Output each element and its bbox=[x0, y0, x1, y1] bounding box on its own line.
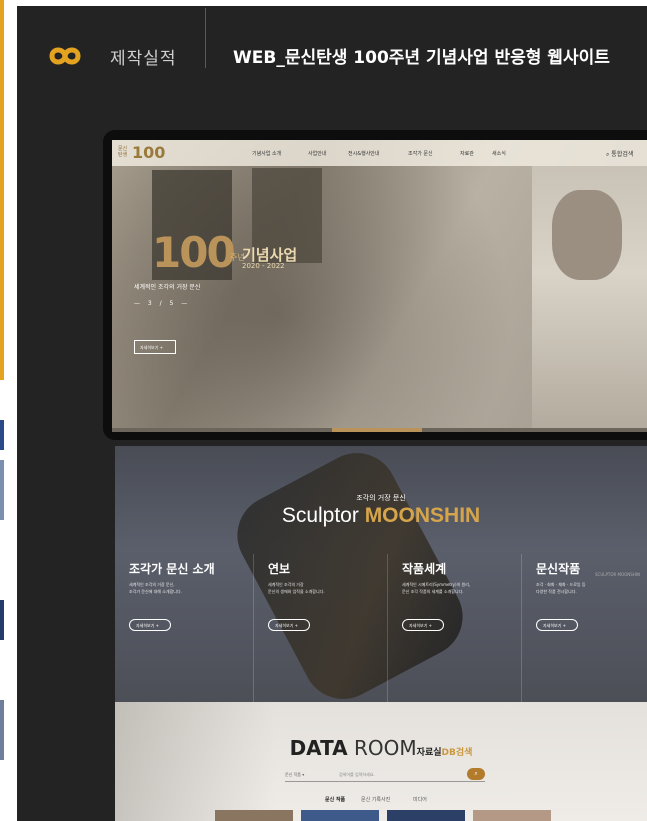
header-divider bbox=[205, 8, 206, 68]
column-heading: 조각가 문신 소개 bbox=[129, 562, 215, 576]
sculptor-section: 조각의 거장 문신 Sculptor MOONSHIN 조각가 문신 소개 세계… bbox=[115, 446, 647, 702]
artist-face bbox=[552, 190, 622, 280]
hero-number: 100 bbox=[152, 228, 236, 277]
intro-column: 조각가 문신 소개 세계적인 조각의 거장 문신, 조각가 문신에 대해 소개합… bbox=[129, 554, 249, 702]
chevron-down-icon: ▾ bbox=[302, 772, 305, 777]
search-icon: ⌕ bbox=[474, 770, 478, 777]
data-room-title: DATA ROOM자료실DB검색 bbox=[115, 736, 647, 760]
archive-photo bbox=[115, 702, 275, 821]
preview-nav-bar: 문신 탄생 100 기념사업 소개 사업안내 전시&행사안내 조각가 문신 자료관… bbox=[112, 140, 647, 166]
preview-nav-item[interactable]: 전시&행사안내 bbox=[348, 150, 380, 157]
website-mockup: 문신 탄생 100 기념사업 소개 사업안내 전시&행사안내 조각가 문신 자료관… bbox=[103, 130, 647, 440]
hero-more-button[interactable]: 자세히보기 + bbox=[134, 340, 176, 354]
search-button[interactable]: ⌕ bbox=[467, 768, 485, 780]
category-select[interactable]: 문신 작품 ▾ bbox=[285, 772, 304, 778]
preview-logo-text: 문신 탄생 bbox=[118, 146, 128, 158]
column-more-button[interactable]: 자세히보기 + bbox=[402, 619, 444, 631]
section-title: Sculptor MOONSHIN bbox=[115, 504, 647, 528]
search-icon: ⌕ bbox=[606, 151, 610, 158]
page-title: WEB_문신탄생 100주년 기념사업 반응형 웹사이트 bbox=[233, 48, 610, 68]
strip-segment bbox=[0, 700, 4, 760]
title-bold: DATA bbox=[289, 736, 348, 760]
column-more-button[interactable]: 자세히보기 + bbox=[536, 619, 578, 631]
section-kicker: 조각의 거장 문신 bbox=[356, 494, 406, 502]
strip-segment bbox=[0, 420, 4, 450]
hero-subtitle: 세계적인 조각의 거장 문신 bbox=[134, 284, 201, 291]
thumbnail[interactable] bbox=[301, 810, 379, 821]
works-world-column: 작품세계 세계적인 시메트리(Symmetry)의 원리, 문신 조각 작품의 … bbox=[387, 554, 521, 702]
preview-nav-item[interactable]: 기념사업 소개 bbox=[252, 150, 281, 157]
thumbnail[interactable] bbox=[215, 810, 293, 821]
header: 제작실적 WEB_문신탄생 100주년 기념사업 반응형 웹사이트 bbox=[17, 6, 647, 88]
portfolio-panel: 제작실적 WEB_문신탄생 100주년 기념사업 반응형 웹사이트 문신 탄생 1… bbox=[17, 6, 647, 821]
search-input[interactable]: 검색어를 입력하세요. bbox=[339, 772, 375, 778]
left-strip bbox=[0, 0, 16, 821]
hero-pager[interactable]: — 3 / 5 — bbox=[134, 300, 190, 307]
title-name: MOONSHIN bbox=[364, 504, 481, 527]
preview-nav-item[interactable]: 새소식 bbox=[492, 150, 506, 157]
chronology-column: 연보 세계적인 조각의 거장 문신의 생애와 업적을 소개합니다. 자세히보기 … bbox=[253, 554, 387, 702]
column-description: 세계적인 조각의 거장 문신의 생애와 업적을 소개합니다. bbox=[268, 582, 325, 594]
preview-nav-item[interactable]: 조각가 문신 bbox=[408, 150, 433, 157]
column-description: 세계적인 시메트리(Symmetry)의 원리, 문신 조각 작품의 세계를 소… bbox=[402, 582, 471, 594]
mockup-screen: 문신 탄생 100 기념사업 소개 사업안내 전시&행사안내 조각가 문신 자료관… bbox=[112, 140, 647, 432]
title-light: ROOM bbox=[347, 736, 417, 760]
preview-logo-number: 100 bbox=[132, 143, 166, 162]
infinity-logo-icon bbox=[49, 47, 81, 65]
tab-media[interactable]: 미디어 bbox=[413, 796, 427, 803]
strip-segment bbox=[0, 460, 4, 520]
preview-search-label: 통합검색 bbox=[611, 151, 634, 158]
thumbnail[interactable] bbox=[473, 810, 551, 821]
thumbnail[interactable] bbox=[387, 810, 465, 821]
column-description: 조각 · 회화 · 채화 · 드로잉 등 다양한 작품 전시합니다. bbox=[536, 582, 586, 594]
title-kr: 자료실 bbox=[416, 748, 442, 758]
title-prefix: Sculptor bbox=[281, 504, 365, 527]
preview-nav-item[interactable]: 자료관 bbox=[460, 150, 474, 157]
hero-years: 2020 - 2022 bbox=[242, 262, 285, 270]
title-db: DB검색 bbox=[441, 748, 473, 758]
tab-photos[interactable]: 문신 기록사진 bbox=[361, 796, 390, 803]
column-more-button[interactable]: 자세히보기 + bbox=[268, 619, 310, 631]
strip-accent bbox=[0, 0, 4, 380]
preview-nav-item[interactable]: 사업안내 bbox=[308, 150, 326, 157]
category-label: 제작실적 bbox=[110, 49, 177, 69]
data-search-bar: 문신 작품 ▾ 검색어를 입력하세요. ⌕ bbox=[285, 768, 485, 782]
category-select-value: 문신 작품 bbox=[285, 772, 301, 777]
column-description: 세계적인 조각의 거장 문신, 조각가 문신에 대해 소개합니다. bbox=[129, 582, 182, 594]
side-label: SCULPTOR MOONSHIN bbox=[595, 572, 641, 577]
column-heading: 작품세계 bbox=[402, 562, 447, 576]
column-more-button[interactable]: 자세히보기 + bbox=[129, 619, 171, 631]
strip-segment bbox=[0, 600, 4, 640]
column-heading: 문신작품 bbox=[536, 562, 581, 576]
data-room-section: DATA ROOM자료실DB검색 문신 작품 ▾ 검색어를 입력하세요. ⌕ 문… bbox=[115, 702, 647, 821]
hero-progress-fill bbox=[332, 428, 422, 432]
preview-search[interactable]: ⌕ 통합검색 bbox=[606, 149, 633, 159]
tab-works[interactable]: 문신 작품 bbox=[325, 796, 345, 803]
column-heading: 연보 bbox=[268, 562, 291, 576]
